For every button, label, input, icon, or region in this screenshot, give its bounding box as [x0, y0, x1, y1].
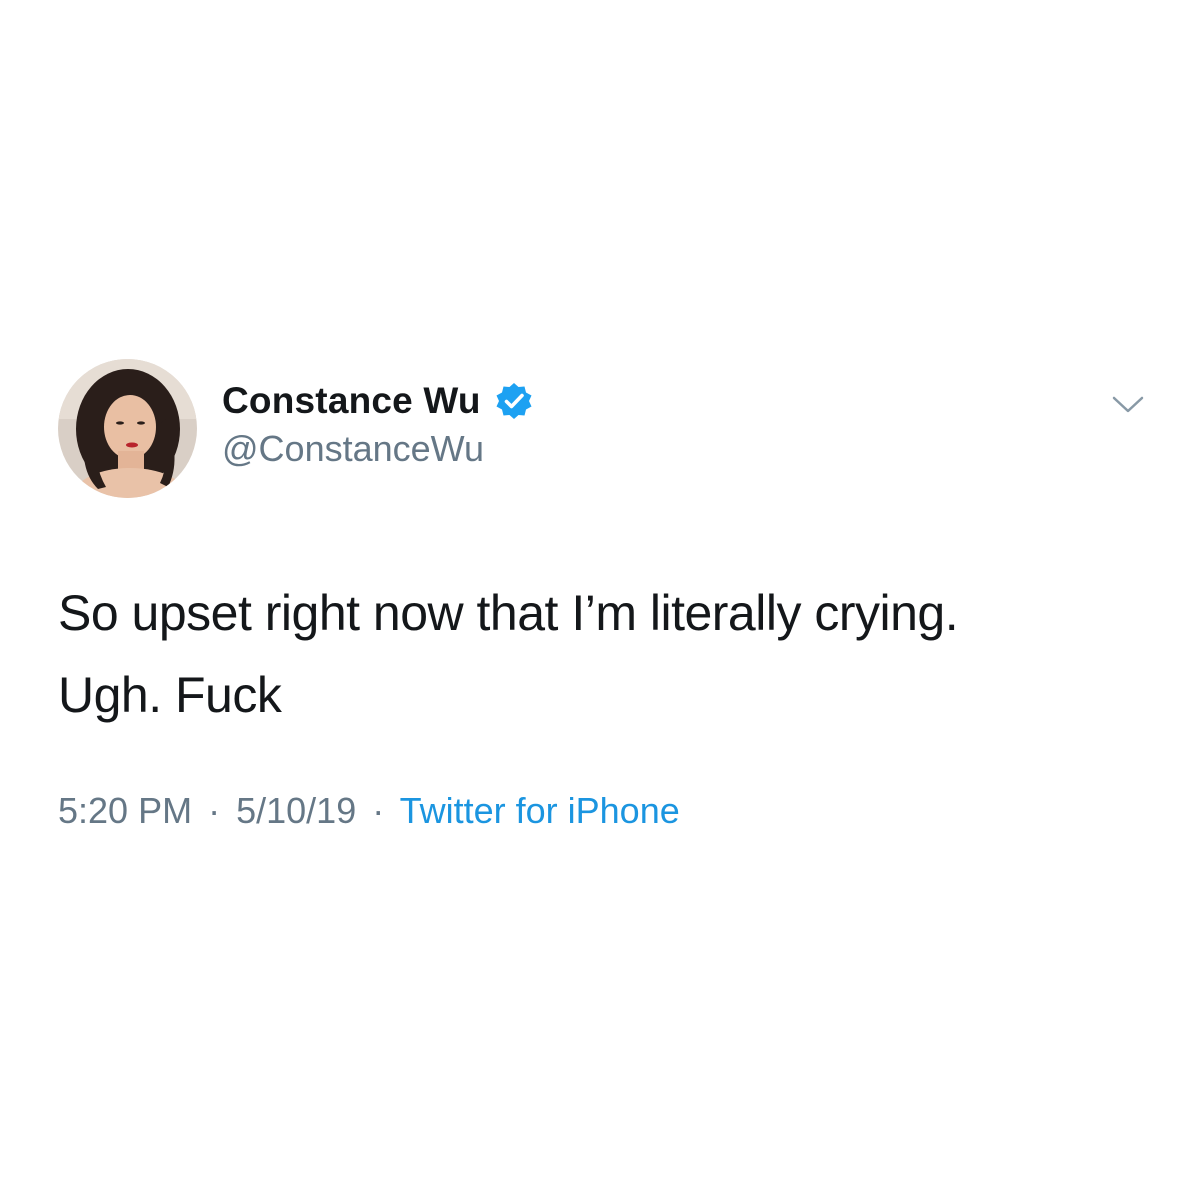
verified-badge-icon	[494, 381, 534, 421]
author-display-name: Constance Wu	[222, 380, 481, 421]
tweet-source-link[interactable]: Twitter for iPhone	[400, 790, 680, 831]
meta-separator: ·	[372, 790, 385, 831]
author-handle[interactable]: @ConstanceWu	[222, 428, 484, 470]
tweet-text-line: Ugh. Fuck	[58, 667, 282, 723]
tweet-text-line: So upset right now that I’m literally cr…	[58, 585, 959, 641]
tweet-meta: 5:20 PM · 5/10/19 · Twitter for iPhone	[58, 790, 680, 832]
author-name-row[interactable]: Constance Wu	[222, 376, 534, 426]
tweet-text: So upset right now that I’m literally cr…	[58, 572, 1158, 736]
tweet-card: Constance Wu @ConstanceWu So upset right…	[0, 0, 1200, 1200]
meta-separator: ·	[208, 790, 221, 831]
avatar-image	[58, 359, 197, 498]
tweet-date: 5/10/19	[236, 790, 357, 831]
tweet-time: 5:20 PM	[58, 790, 193, 831]
chevron-down-icon[interactable]	[1110, 390, 1146, 418]
avatar[interactable]	[58, 359, 197, 498]
